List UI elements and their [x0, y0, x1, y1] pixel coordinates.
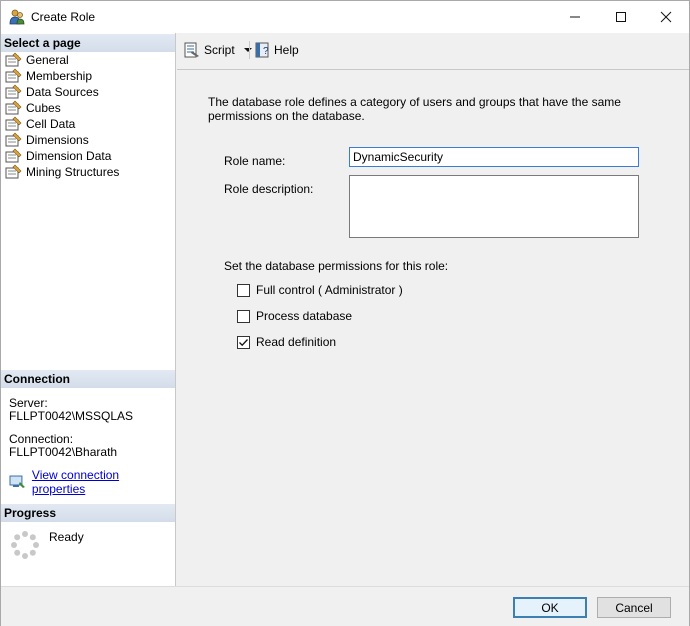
view-connection-properties-link[interactable]: View connection properties	[32, 468, 175, 496]
permissions-label: Set the database permissions for this ro…	[224, 259, 449, 273]
script-label: Script	[204, 43, 235, 57]
process-database-option[interactable]: Process database	[237, 309, 352, 323]
dialog-button-bar: OK Cancel	[1, 586, 689, 626]
full-control-option[interactable]: Full control ( Administrator )	[237, 283, 403, 297]
read-definition-label: Read definition	[256, 335, 337, 349]
full-control-label: Full control ( Administrator )	[256, 283, 403, 297]
process-database-checkbox[interactable]	[237, 309, 250, 323]
svg-text:?: ?	[263, 46, 269, 57]
page-wrench-icon	[5, 68, 22, 83]
page-item-cubes[interactable]: Cubes	[1, 100, 175, 116]
process-database-label: Process database	[256, 309, 353, 323]
role-description-text: The database role defines a category of …	[208, 95, 621, 123]
connection-label: Connection:	[9, 432, 74, 446]
toolbar: Script ? Help	[177, 33, 689, 67]
toolbar-separator	[249, 41, 250, 59]
page-item-membership[interactable]: Membership	[1, 68, 175, 84]
page-item-label: General	[26, 53, 69, 67]
progress-status: Ready	[49, 530, 84, 544]
page-item-dimensions[interactable]: Dimensions	[1, 132, 175, 148]
window-title: Create Role	[31, 10, 96, 24]
select-page-header: Select a page	[1, 34, 175, 52]
minimize-icon	[570, 16, 580, 18]
right-pane: Script ? Help The database role defines …	[177, 33, 689, 586]
close-button[interactable]	[643, 1, 689, 33]
role-icon	[9, 9, 25, 25]
read-definition-option[interactable]: Read definition	[237, 335, 336, 349]
maximize-button[interactable]	[598, 1, 644, 33]
page-item-label: Cell Data	[26, 117, 76, 131]
page-wrench-icon	[5, 84, 22, 99]
help-button[interactable]: ? Help	[254, 42, 299, 58]
page-item-mining-structures[interactable]: Mining Structures	[1, 164, 175, 180]
ok-button[interactable]: OK	[513, 597, 587, 618]
page-item-label: Mining Structures	[26, 165, 120, 179]
read-definition-checkbox[interactable]	[237, 335, 250, 349]
role-name-label: Role name:	[224, 154, 286, 168]
full-control-checkbox[interactable]	[237, 283, 250, 297]
page-wrench-icon	[5, 116, 22, 131]
progress-spinner-icon	[11, 531, 39, 559]
close-icon	[660, 11, 672, 23]
title-bar: Create Role	[1, 1, 689, 33]
view-connection-properties-row: View connection properties	[9, 468, 175, 496]
script-button[interactable]: Script	[183, 42, 253, 58]
page-item-label: Membership	[26, 69, 93, 83]
minimize-button[interactable]	[552, 1, 598, 33]
page-item-label: Dimension Data	[26, 149, 112, 163]
page-item-general[interactable]: General	[1, 52, 175, 68]
progress-header: Progress	[1, 504, 175, 522]
check-icon	[239, 338, 248, 346]
server-label: Server:	[9, 396, 48, 410]
page-wrench-icon	[5, 132, 22, 147]
create-role-window: Create Role Select a page General Member…	[0, 0, 690, 626]
page-wrench-icon	[5, 148, 22, 163]
cancel-button[interactable]: Cancel	[597, 597, 671, 618]
page-item-cell-data[interactable]: Cell Data	[1, 116, 175, 132]
connection-value: FLLPT0042\Bharath	[9, 445, 118, 459]
general-page-content: The database role defines a category of …	[177, 69, 689, 586]
page-item-label: Cubes	[26, 101, 61, 115]
role-description-textarea[interactable]	[349, 175, 639, 238]
help-icon: ?	[255, 42, 269, 58]
role-description-label: Role description:	[224, 182, 314, 196]
page-wrench-icon	[5, 52, 22, 67]
connection-header: Connection	[1, 370, 175, 388]
left-pane: Select a page General Membership Data So…	[1, 33, 176, 586]
connection-properties-icon	[9, 475, 25, 488]
page-item-label: Dimensions	[26, 133, 89, 147]
page-item-data-sources[interactable]: Data Sources	[1, 84, 175, 100]
script-icon	[184, 42, 199, 58]
page-wrench-icon	[5, 100, 22, 115]
page-item-dimension-data[interactable]: Dimension Data	[1, 148, 175, 164]
maximize-icon	[616, 12, 626, 22]
chevron-down-icon[interactable]	[243, 45, 253, 55]
help-label: Help	[274, 43, 299, 57]
server-value: FLLPT0042\MSSQLAS	[9, 409, 134, 423]
role-name-input[interactable]: DynamicSecurity	[349, 147, 639, 167]
page-item-label: Data Sources	[26, 85, 99, 99]
page-wrench-icon	[5, 164, 22, 179]
